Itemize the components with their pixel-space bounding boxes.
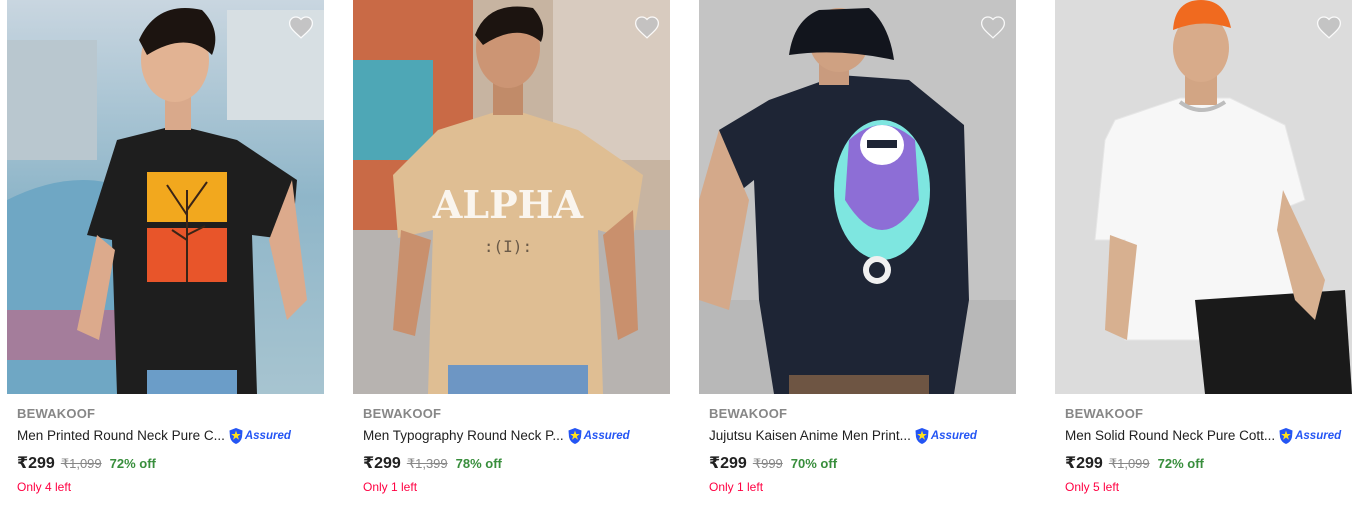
selling-price: ₹299 xyxy=(709,455,747,472)
product-card[interactable]: BEWAKOOF Jujutsu Kaisen Anime Men Print.… xyxy=(699,0,1016,505)
stock-status: Only 1 left xyxy=(363,480,418,494)
heart-icon xyxy=(1316,16,1342,39)
original-price: ₹1,399 xyxy=(406,456,448,471)
original-price: ₹1,099 xyxy=(1108,456,1150,471)
assured-shield-icon xyxy=(229,428,243,444)
original-price: ₹999 xyxy=(752,456,783,471)
product-title[interactable]: Jujutsu Kaisen Anime Men Print... xyxy=(709,427,911,445)
assured-shield-icon xyxy=(568,428,582,444)
assured-badge: Assured xyxy=(914,427,977,445)
product-title-row: Jujutsu Kaisen Anime Men Print... Assure… xyxy=(709,427,1016,445)
price-row: ₹299 ₹1,099 72% off xyxy=(1065,453,1352,473)
product-image[interactable]: ALPHA :(I): xyxy=(353,0,670,394)
wishlist-button[interactable] xyxy=(978,12,1008,42)
wishlist-button[interactable] xyxy=(632,12,662,42)
product-grid: BEWAKOOF Men Printed Round Neck Pure C..… xyxy=(7,0,1367,505)
wishlist-button[interactable] xyxy=(286,12,316,42)
price-row: ₹299 ₹999 70% off xyxy=(709,453,1016,473)
selling-price: ₹299 xyxy=(363,455,401,472)
svg-text::(I):: :(I): xyxy=(484,237,532,256)
product-title-row: Men Typography Round Neck P... Assured xyxy=(363,427,670,445)
product-brand: BEWAKOOF xyxy=(17,406,96,421)
product-brand: BEWAKOOF xyxy=(363,406,442,421)
assured-badge: Assured xyxy=(567,427,630,445)
product-card[interactable]: BEWAKOOF Men Printed Round Neck Pure C..… xyxy=(7,0,324,505)
selling-price: ₹299 xyxy=(17,455,55,472)
price-row: ₹299 ₹1,399 78% off xyxy=(363,453,670,473)
heart-icon xyxy=(634,16,660,39)
original-price: ₹1,099 xyxy=(60,456,102,471)
svg-text:ALPHA: ALPHA xyxy=(432,182,584,227)
wishlist-button[interactable] xyxy=(1314,12,1344,42)
discount-label: 72% off xyxy=(109,456,156,471)
assured-badge: Assured xyxy=(1278,427,1341,445)
stock-status: Only 1 left xyxy=(709,480,764,494)
selling-price: ₹299 xyxy=(1065,455,1103,472)
product-info: BEWAKOOF Men Solid Round Neck Pure Cott.… xyxy=(1065,406,1352,494)
product-title[interactable]: Men Solid Round Neck Pure Cott... xyxy=(1065,427,1275,445)
discount-label: 78% off xyxy=(455,456,502,471)
product-title-row: Men Printed Round Neck Pure C... Assured xyxy=(17,427,324,445)
stock-status: Only 5 left xyxy=(1065,480,1120,494)
product-card[interactable]: ALPHA :(I): BEWAKOOF Men Typography Roun… xyxy=(353,0,670,505)
product-title-row: Men Solid Round Neck Pure Cott... Assure… xyxy=(1065,427,1352,445)
product-title[interactable]: Men Typography Round Neck P... xyxy=(363,427,564,445)
assured-badge: Assured xyxy=(228,427,291,445)
heart-icon xyxy=(980,16,1006,39)
product-brand: BEWAKOOF xyxy=(1065,406,1144,421)
assured-label: Assured xyxy=(583,430,630,442)
product-info: BEWAKOOF Men Typography Round Neck P... … xyxy=(363,406,670,494)
product-image[interactable] xyxy=(699,0,1016,394)
product-card[interactable]: BEWAKOOF Men Solid Round Neck Pure Cott.… xyxy=(1055,0,1352,505)
stock-status: Only 4 left xyxy=(17,480,72,494)
assured-label: Assured xyxy=(244,430,291,442)
product-info: BEWAKOOF Jujutsu Kaisen Anime Men Print.… xyxy=(709,406,1016,494)
assured-shield-icon xyxy=(915,428,929,444)
product-image[interactable] xyxy=(1055,0,1352,394)
heart-icon xyxy=(288,16,314,39)
discount-label: 72% off xyxy=(1157,456,1204,471)
assured-shield-icon xyxy=(1279,428,1293,444)
product-title[interactable]: Men Printed Round Neck Pure C... xyxy=(17,427,225,445)
product-info: BEWAKOOF Men Printed Round Neck Pure C..… xyxy=(17,406,324,494)
price-row: ₹299 ₹1,099 72% off xyxy=(17,453,324,473)
product-brand: BEWAKOOF xyxy=(709,406,788,421)
discount-label: 70% off xyxy=(790,456,838,471)
assured-label: Assured xyxy=(1295,430,1342,442)
assured-label: Assured xyxy=(930,430,977,442)
product-image[interactable] xyxy=(7,0,324,394)
